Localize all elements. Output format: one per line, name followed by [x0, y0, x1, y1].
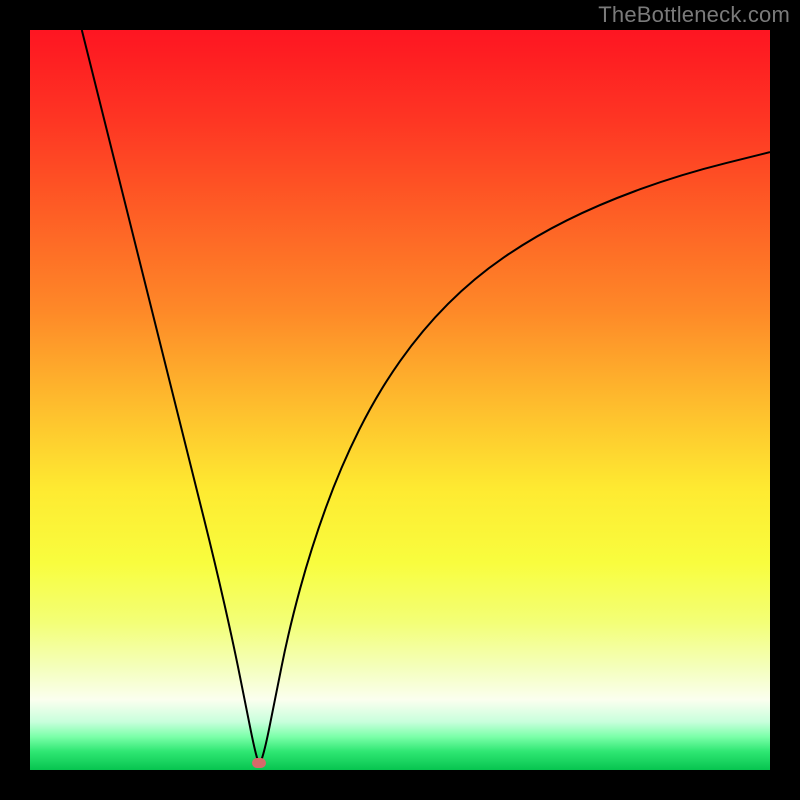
gradient-background — [30, 30, 770, 770]
plot-area — [30, 30, 770, 770]
chart-svg — [30, 30, 770, 770]
optimal-marker — [252, 758, 266, 768]
chart-frame: TheBottleneck.com — [0, 0, 800, 800]
watermark-text: TheBottleneck.com — [598, 2, 790, 28]
